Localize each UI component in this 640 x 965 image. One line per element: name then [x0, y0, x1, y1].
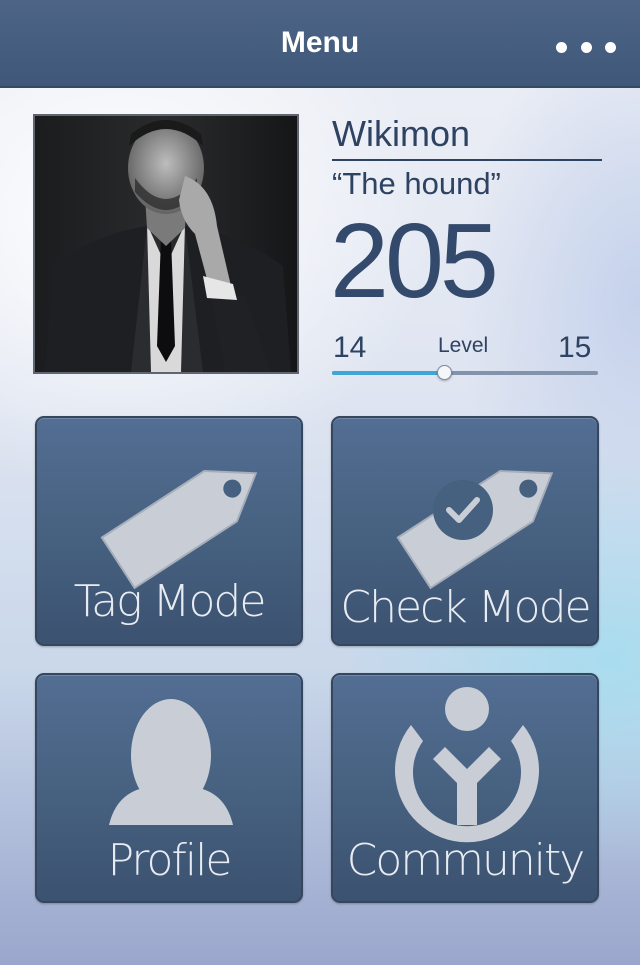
next-level: 15 — [558, 331, 592, 364]
nickname: “The hound” — [332, 166, 501, 201]
tag-mode-label: Tag Mode — [73, 576, 267, 627]
top-bar: Menu — [0, 0, 640, 88]
score-value: 205 — [330, 202, 499, 320]
more-dot — [580, 41, 592, 53]
profile-button[interactable]: Profile — [35, 673, 303, 903]
more-options-button[interactable] — [556, 30, 616, 64]
community-label: Community — [346, 835, 586, 886]
community-button[interactable]: Community — [331, 673, 599, 903]
more-dot — [605, 41, 616, 53]
more-horizontal-icon — [556, 41, 567, 53]
check-mode-label: Check Mode — [340, 582, 591, 633]
avatar[interactable] — [33, 114, 299, 374]
check-mode-button[interactable]: Check Mode — [331, 416, 599, 646]
current-level: 14 — [333, 331, 367, 364]
profile-label: Profile — [107, 835, 233, 886]
page-title: Menu — [280, 26, 360, 59]
level-progress-knob[interactable] — [436, 365, 452, 380]
avatar-photo — [35, 116, 297, 372]
username: Wikimon — [332, 113, 602, 161]
level-label: Level — [438, 334, 489, 357]
level-progress-fill — [332, 371, 444, 375]
tag-mode-button[interactable]: Tag Mode — [35, 416, 303, 646]
level-progress-bar — [332, 365, 598, 380]
